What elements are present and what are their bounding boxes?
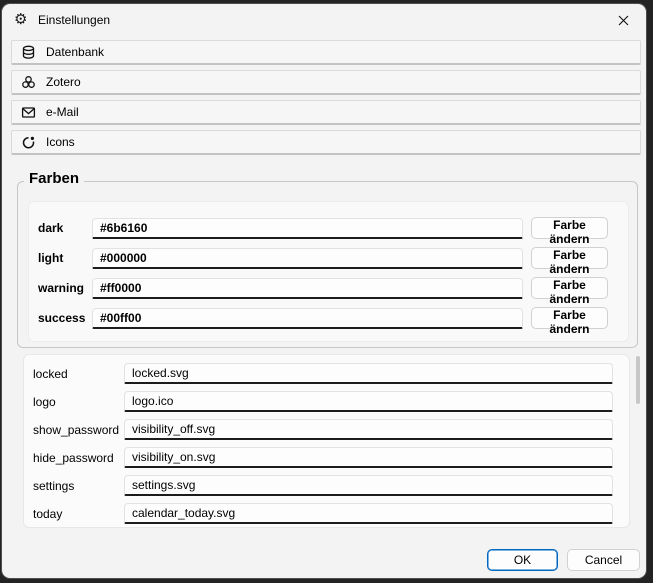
zotero-icon bbox=[20, 74, 36, 90]
change-color-button[interactable]: Farbe ändern bbox=[531, 217, 608, 239]
icon-label: hide_password bbox=[33, 451, 124, 465]
color-row-dark: dark Farbe ändern bbox=[38, 217, 608, 239]
icon-file-input-show-password[interactable] bbox=[124, 419, 613, 440]
gear-icon: ⚙ bbox=[14, 11, 27, 27]
vertical-scrollbar-thumb[interactable] bbox=[636, 356, 640, 404]
icon-label: settings bbox=[33, 479, 124, 493]
color-row-light: light Farbe ändern bbox=[38, 247, 608, 269]
color-row-warning: warning Farbe ändern bbox=[38, 277, 608, 299]
color-row-success: success Farbe ändern bbox=[38, 307, 608, 329]
icon-row-logo: logo bbox=[33, 391, 613, 412]
change-color-button[interactable]: Farbe ändern bbox=[531, 277, 608, 299]
close-button[interactable] bbox=[608, 10, 638, 31]
section-tab-datenbank[interactable]: Datenbank bbox=[11, 40, 641, 65]
icon-file-input-today[interactable] bbox=[124, 503, 613, 524]
color-label: warning bbox=[38, 281, 92, 295]
color-input-warning[interactable] bbox=[92, 278, 523, 299]
icon-row-today: today bbox=[33, 503, 613, 524]
icon-label: logo bbox=[33, 395, 124, 409]
section-label: e-Mail bbox=[46, 105, 79, 119]
window-title: Einstellungen bbox=[38, 13, 110, 27]
icon-label: today bbox=[33, 507, 124, 521]
mail-icon bbox=[20, 104, 36, 120]
icon-file-input-hide-password[interactable] bbox=[124, 447, 613, 468]
icon-label: show_password bbox=[33, 423, 124, 437]
ok-button[interactable]: OK bbox=[487, 549, 558, 571]
icons-list-panel: locked logo show_password hide_password … bbox=[23, 354, 630, 528]
settings-dialog: ⚙ Einstellungen Datenbank bbox=[2, 4, 646, 578]
section-label: Zotero bbox=[46, 75, 81, 89]
close-icon bbox=[618, 15, 629, 26]
icon-file-input-logo[interactable] bbox=[124, 391, 613, 412]
refresh-dot-icon bbox=[20, 134, 36, 150]
icon-file-input-settings[interactable] bbox=[124, 475, 613, 496]
change-color-button[interactable]: Farbe ändern bbox=[531, 307, 608, 329]
farben-group: Farben dark Farbe ändern light Farbe änd… bbox=[17, 181, 638, 348]
color-input-dark[interactable] bbox=[92, 218, 523, 239]
section-label: Datenbank bbox=[46, 45, 104, 59]
icon-file-input-locked[interactable] bbox=[124, 363, 613, 384]
change-color-button[interactable]: Farbe ändern bbox=[531, 247, 608, 269]
icon-row-locked: locked bbox=[33, 363, 613, 384]
icon-row-hide-password: hide_password bbox=[33, 447, 613, 468]
color-label: success bbox=[38, 311, 92, 325]
color-label: light bbox=[38, 251, 92, 265]
section-label: Icons bbox=[46, 135, 75, 149]
database-icon bbox=[20, 44, 36, 60]
farben-group-title: Farben bbox=[24, 170, 84, 187]
icon-row-show-password: show_password bbox=[33, 419, 613, 440]
section-tab-icons[interactable]: Icons bbox=[11, 130, 641, 155]
color-input-light[interactable] bbox=[92, 248, 523, 269]
settings-accordion: Datenbank Zotero e-Mail bbox=[11, 40, 641, 160]
cancel-button[interactable]: Cancel bbox=[567, 549, 640, 571]
icon-row-settings: settings bbox=[33, 475, 613, 496]
color-label: dark bbox=[38, 221, 92, 235]
section-tab-zotero[interactable]: Zotero bbox=[11, 70, 641, 95]
titlebar[interactable]: ⚙ Einstellungen bbox=[2, 4, 646, 36]
section-tab-email[interactable]: e-Mail bbox=[11, 100, 641, 125]
icon-label: locked bbox=[33, 367, 124, 381]
color-input-success[interactable] bbox=[92, 308, 523, 329]
